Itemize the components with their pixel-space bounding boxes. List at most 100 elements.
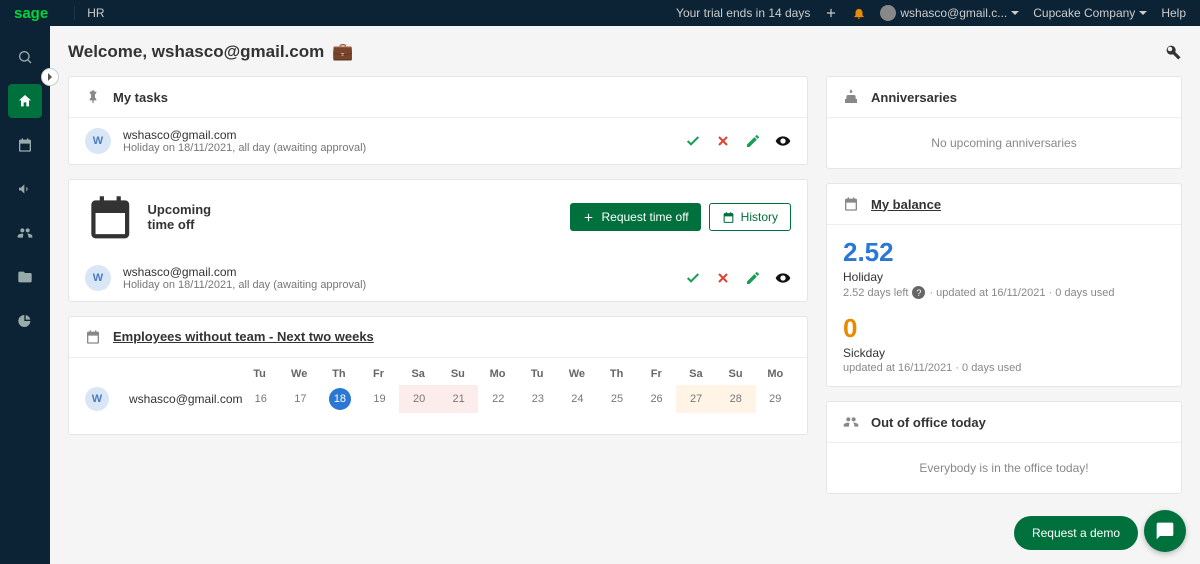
task-row: W wshasco@gmail.com Holiday on 18/11/202… [69,118,807,164]
day-label: Sa [398,368,438,380]
day-label: Su [438,368,478,380]
calendar-icon [85,329,101,345]
day-cell[interactable]: 16 [241,385,281,413]
reject-icon[interactable] [715,270,731,286]
sidebar-reports[interactable] [8,304,42,338]
megaphone-icon [17,181,33,197]
history-button[interactable]: History [709,203,791,231]
edit-icon[interactable] [745,270,761,286]
pin-icon [85,89,101,105]
day-cell[interactable]: 29 [756,385,796,413]
sick-label: Sickday [843,346,1165,360]
my-balance-card: My balance 2.52 Holiday 2.52 days left ?… [826,183,1182,387]
user-menu[interactable]: wshasco@gmail.c... [880,5,1019,21]
help-link[interactable]: Help [1161,6,1186,20]
bell-icon[interactable] [852,6,866,20]
chat-icon [1155,521,1175,541]
sidebar-announce[interactable] [8,172,42,206]
request-demo-button[interactable]: Request a demo [1014,516,1138,550]
request-time-off-button[interactable]: Request time off [570,203,700,231]
sick-balance-value: 0 [843,313,1165,344]
calendar-icon [722,211,735,224]
day-cell[interactable]: 23 [518,385,558,413]
upcoming-row: W wshasco@gmail.com Holiday on 18/11/202… [69,255,807,301]
topbar-left: sage HR [14,5,105,22]
welcome-text: Welcome, wshasco@gmail.com [68,42,324,62]
pie-chart-icon [17,313,33,329]
sage-logo[interactable]: sage [14,5,48,22]
day-label: Tu [517,368,557,380]
out-of-office-empty: Everybody is in the office today! [827,443,1181,493]
holiday-updated: · updated at 16/11/2021 · 0 days used [929,287,1114,299]
day-cell[interactable]: 26 [637,385,677,413]
folder-icon [17,269,33,285]
divider [74,6,75,20]
day-cell[interactable]: 19 [360,385,400,413]
day-cell[interactable]: 25 [597,385,637,413]
chat-fab[interactable] [1144,510,1186,552]
calendar-icon [85,192,136,243]
day-cell[interactable]: 17 [281,385,321,413]
anniversaries-empty: No upcoming anniversaries [827,118,1181,168]
balance-title[interactable]: My balance [871,197,941,212]
day-label: Su [716,368,756,380]
plus-icon[interactable] [824,6,838,20]
day-cell[interactable]: 27 [676,385,716,413]
day-label: Fr [636,368,676,380]
day-label: Fr [359,368,399,380]
home-icon [17,93,33,109]
help-icon[interactable]: ? [912,286,925,299]
day-cell[interactable]: 18 [320,380,360,418]
approve-icon[interactable] [685,270,701,286]
page-header: Welcome, wshasco@gmail.com 💼 [68,42,1182,62]
view-icon[interactable] [775,270,791,286]
sidebar-people[interactable] [8,216,42,250]
company-menu[interactable]: Cupcake Company [1033,6,1147,20]
people-icon [17,225,33,241]
upcoming-email: wshasco@gmail.com [123,265,366,279]
view-icon[interactable] [775,133,791,149]
section-label[interactable]: HR [87,6,104,20]
day-label: Tu [240,368,280,380]
chevron-down-icon [1139,11,1147,15]
day-label: Sa [676,368,716,380]
avatar: W [85,387,109,411]
settings-wrench-icon[interactable] [1164,43,1182,61]
upcoming-detail: Holiday on 18/11/2021, all day (awaiting… [123,279,366,291]
sidebar-calendar[interactable] [8,128,42,162]
day-label: We [279,368,319,380]
avatar: W [85,128,111,154]
day-cell[interactable]: 24 [558,385,598,413]
plus-icon [582,211,595,224]
calendar-icon [843,196,859,212]
day-label: Th [319,368,359,380]
calendar-header-row: TuWeThFrSaSuMoTuWeThFrSaSuMo [81,368,795,380]
reject-icon[interactable] [715,133,731,149]
approve-icon[interactable] [685,133,701,149]
day-label: Mo [478,368,518,380]
sidebar-home[interactable] [8,84,42,118]
no-team-title[interactable]: Employees without team - Next two weeks [113,329,374,344]
sidebar-files[interactable] [8,260,42,294]
avatar-icon [880,5,896,21]
task-detail: Holiday on 18/11/2021, all day (awaiting… [123,142,366,154]
day-label: We [557,368,597,380]
edit-icon[interactable] [745,133,761,149]
out-of-office-card: Out of office today Everybody is in the … [826,401,1182,494]
day-cell[interactable]: 22 [478,385,518,413]
employees-without-team-card: Employees without team - Next two weeks … [68,316,808,435]
day-cell[interactable]: 21 [439,385,479,413]
holiday-days-left: 2.52 days left [843,287,908,299]
search-icon [17,49,33,65]
topbar-right: Your trial ends in 14 days wshasco@gmail… [676,5,1186,21]
holiday-balance-value: 2.52 [843,237,1165,268]
cake-icon [843,89,859,105]
calendar-icon [17,137,33,153]
trial-notice: Your trial ends in 14 days [676,6,810,20]
sidebar-search[interactable] [8,40,42,74]
task-email: wshasco@gmail.com [123,128,366,142]
day-cell[interactable]: 20 [399,385,439,413]
my-tasks-title: My tasks [113,90,168,105]
anniversaries-title: Anniversaries [871,90,957,105]
day-cell[interactable]: 28 [716,385,756,413]
